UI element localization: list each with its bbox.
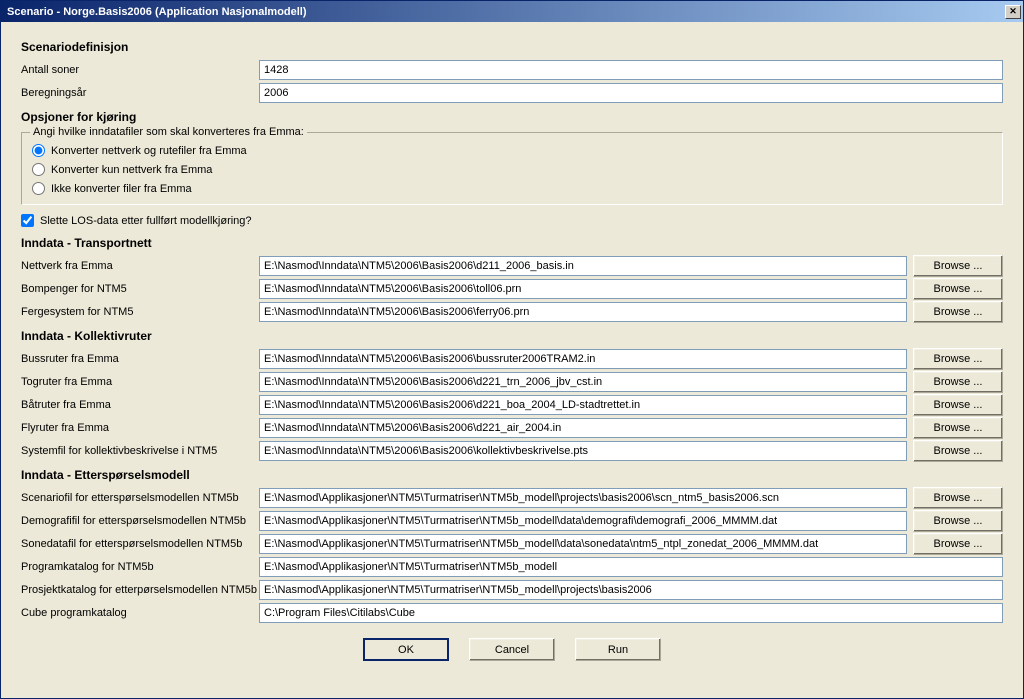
check-slette-los[interactable]: Slette LOS-data etter fullført modellkjø… [21, 211, 1003, 230]
label-flyruter: Flyruter fra Emma [21, 422, 259, 434]
close-button[interactable]: ✕ [1005, 5, 1021, 19]
label-beregningsaar: Beregningsår [21, 87, 259, 99]
label-sonedatafil: Sonedatafil for etterspørselsmodellen NT… [21, 538, 259, 550]
input-fergesystem[interactable] [259, 302, 907, 322]
label-programkatalog: Programkatalog for NTM5b [21, 561, 259, 573]
heading-transportnett: Inndata - Transportnett [21, 236, 1003, 250]
radio-konverter-nettverk[interactable]: Konverter kun nettverk fra Emma [32, 160, 992, 179]
label-bompenger: Bompenger for NTM5 [21, 283, 259, 295]
window-title: Scenario - Norge.Basis2006 (Application … [3, 6, 1005, 18]
titlebar: Scenario - Norge.Basis2006 (Application … [1, 1, 1023, 22]
label-cube-katalog: Cube programkatalog [21, 607, 259, 619]
browse-sonedatafil[interactable]: Browse ... [913, 533, 1003, 555]
input-baatruter[interactable] [259, 395, 907, 415]
input-beregningsaar[interactable] [259, 83, 1003, 103]
radio-ikke-konverter-label: Ikke konverter filer fra Emma [51, 183, 192, 195]
heading-scenariodefinisjon: Scenariodefinisjon [21, 40, 1003, 54]
check-slette-los-label: Slette LOS-data etter fullført modellkjø… [40, 215, 252, 227]
browse-nettverk-emma[interactable]: Browse ... [913, 255, 1003, 277]
browse-bussruter[interactable]: Browse ... [913, 348, 1003, 370]
input-scenariofil[interactable] [259, 488, 907, 508]
heading-opsjoner: Opsjoner for kjøring [21, 110, 1003, 124]
radio-konverter-nettverk-label: Konverter kun nettverk fra Emma [51, 164, 212, 176]
input-prosjektkatalog[interactable] [259, 580, 1003, 600]
label-systemfil: Systemfil for kollektivbeskrivelse i NTM… [21, 445, 259, 457]
heading-kollektivruter: Inndata - Kollektivruter [21, 329, 1003, 343]
label-togruter: Togruter fra Emma [21, 376, 259, 388]
radio-ikke-konverter[interactable]: Ikke konverter filer fra Emma [32, 179, 992, 198]
radio-ikke-konverter-input[interactable] [32, 182, 45, 195]
input-programkatalog[interactable] [259, 557, 1003, 577]
browse-flyruter[interactable]: Browse ... [913, 417, 1003, 439]
label-prosjektkatalog: Prosjektkatalog for etterpørselsmodellen… [21, 584, 259, 596]
radio-konverter-nettverk-input[interactable] [32, 163, 45, 176]
radio-konverter-alt-label: Konverter nettverk og rutefiler fra Emma [51, 145, 247, 157]
browse-fergesystem[interactable]: Browse ... [913, 301, 1003, 323]
group-emma-options: Angi hvilke inndatafiler som skal konver… [21, 132, 1003, 205]
label-baatruter: Båtruter fra Emma [21, 399, 259, 411]
input-bussruter[interactable] [259, 349, 907, 369]
group-legend: Angi hvilke inndatafiler som skal konver… [30, 126, 307, 138]
input-sonedatafil[interactable] [259, 534, 907, 554]
label-demografifil: Demografifil for etterspørselsmodellen N… [21, 515, 259, 527]
button-bar: OK Cancel Run [21, 624, 1003, 661]
input-bompenger[interactable] [259, 279, 907, 299]
input-demografifil[interactable] [259, 511, 907, 531]
dialog-body: Scenariodefinisjon Antall soner Beregnin… [1, 22, 1023, 698]
browse-bompenger[interactable]: Browse ... [913, 278, 1003, 300]
label-bussruter: Bussruter fra Emma [21, 353, 259, 365]
browse-togruter[interactable]: Browse ... [913, 371, 1003, 393]
input-nettverk-emma[interactable] [259, 256, 907, 276]
check-slette-los-input[interactable] [21, 214, 34, 227]
heading-ettersporselsmodell: Inndata - Etterspørselsmodell [21, 468, 1003, 482]
radio-konverter-alt[interactable]: Konverter nettverk og rutefiler fra Emma [32, 141, 992, 160]
label-fergesystem: Fergesystem for NTM5 [21, 306, 259, 318]
run-button[interactable]: Run [575, 638, 661, 661]
input-flyruter[interactable] [259, 418, 907, 438]
browse-baatruter[interactable]: Browse ... [913, 394, 1003, 416]
cancel-button[interactable]: Cancel [469, 638, 555, 661]
label-antall-soner: Antall soner [21, 64, 259, 76]
input-systemfil[interactable] [259, 441, 907, 461]
label-scenariofil: Scenariofil for etterspørselsmodellen NT… [21, 492, 259, 504]
browse-systemfil[interactable]: Browse ... [913, 440, 1003, 462]
radio-konverter-alt-input[interactable] [32, 144, 45, 157]
input-cube-katalog[interactable] [259, 603, 1003, 623]
input-antall-soner[interactable] [259, 60, 1003, 80]
label-nettverk-emma: Nettverk fra Emma [21, 260, 259, 272]
input-togruter[interactable] [259, 372, 907, 392]
ok-button[interactable]: OK [363, 638, 449, 661]
browse-demografifil[interactable]: Browse ... [913, 510, 1003, 532]
scenario-window: Scenario - Norge.Basis2006 (Application … [0, 0, 1024, 699]
browse-scenariofil[interactable]: Browse ... [913, 487, 1003, 509]
